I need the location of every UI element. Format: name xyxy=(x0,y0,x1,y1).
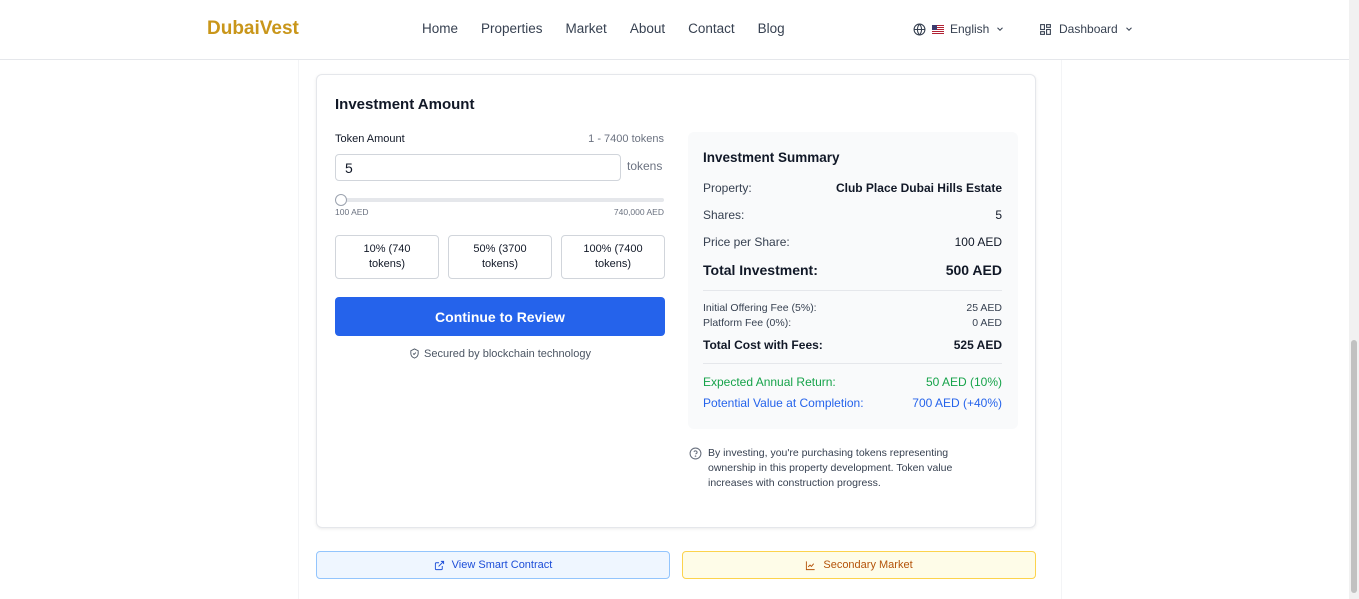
summary-row-annual-return: Expected Annual Return: 50 AED (10%) xyxy=(703,375,1002,389)
dashboard-menu[interactable]: Dashboard xyxy=(1039,22,1134,36)
quick-100-percent-button[interactable]: 100% (7400 tokens) xyxy=(561,235,665,279)
summary-row-platform-fee: Platform Fee (0%): 0 AED xyxy=(703,317,1002,329)
slider-max-label: 740,000 AED xyxy=(613,207,664,217)
token-range-note: 1 - 7400 tokens xyxy=(588,133,664,145)
main-nav: Home Properties Market About Contact Blo… xyxy=(422,21,808,36)
top-header: DubaiVest Home Properties Market About C… xyxy=(0,0,1349,60)
total-cost-label: Total Cost with Fees: xyxy=(703,338,823,352)
token-slider-handle[interactable] xyxy=(335,194,348,206)
property-value: Club Place Dubai Hills Estate xyxy=(835,181,1002,195)
token-slider-track[interactable] xyxy=(335,198,664,202)
summary-row-shares: Shares: 5 xyxy=(703,208,1002,222)
token-amount-input[interactable] xyxy=(335,154,621,181)
investment-card: Investment Amount Token Amount 1 - 7400 … xyxy=(316,74,1036,528)
offering-fee-label: Initial Offering Fee (5%): xyxy=(703,302,817,314)
us-flag-icon xyxy=(932,24,944,34)
annual-return-label: Expected Annual Return: xyxy=(703,375,836,389)
nav-home[interactable]: Home xyxy=(422,21,458,36)
property-label: Property: xyxy=(703,181,752,195)
shares-value: 5 xyxy=(995,208,1002,222)
chart-line-icon xyxy=(806,560,815,570)
chevron-down-icon xyxy=(997,27,1004,31)
chevron-down-icon xyxy=(1125,27,1132,31)
help-circle-icon xyxy=(689,447,702,460)
smart-contract-label: View Smart Contract xyxy=(451,559,553,571)
language-label: English xyxy=(950,22,990,36)
page-scrollbar[interactable] xyxy=(1349,0,1359,599)
logo[interactable]: DubaiVest xyxy=(207,18,299,40)
price-value: 100 AED xyxy=(954,235,1002,249)
total-investment-value: 500 AED xyxy=(945,262,1002,278)
total-cost-value: 525 AED xyxy=(953,338,1002,352)
annual-return-value: 50 AED (10%) xyxy=(925,375,1002,389)
nav-properties[interactable]: Properties xyxy=(481,21,543,36)
nav-about[interactable]: About xyxy=(630,21,665,36)
summary-row-offering-fee: Initial Offering Fee (5%): 25 AED xyxy=(703,302,1002,314)
offering-fee-value: 25 AED xyxy=(966,302,1002,314)
summary-row-total-cost: Total Cost with Fees: 525 AED xyxy=(703,338,1002,352)
continue-to-review-button[interactable]: Continue to Review xyxy=(335,297,665,336)
shares-label: Shares: xyxy=(703,208,745,222)
summary-title: Investment Summary xyxy=(703,150,840,165)
platform-fee-label: Platform Fee (0%): xyxy=(703,317,792,329)
summary-row-potential-value: Potential Value at Completion: 700 AED (… xyxy=(703,396,1002,410)
summary-divider xyxy=(703,363,1002,364)
external-link-icon xyxy=(434,560,444,570)
summary-row-property: Property: Club Place Dubai Hills Estate xyxy=(703,181,1002,195)
nav-blog[interactable]: Blog xyxy=(758,21,785,36)
summary-row-total: Total Investment: 500 AED xyxy=(703,262,1002,278)
price-label: Price per Share: xyxy=(703,235,790,249)
secured-text: Secured by blockchain technology xyxy=(424,348,591,360)
investment-summary: Investment Summary Property: Club Place … xyxy=(688,132,1018,429)
tokens-suffix: tokens xyxy=(627,159,663,173)
summary-divider xyxy=(703,290,1002,291)
shield-check-icon xyxy=(410,348,419,359)
investment-disclaimer: By investing, you're purchasing tokens r… xyxy=(689,446,989,491)
summary-row-price: Price per Share: 100 AED xyxy=(703,235,1002,249)
total-investment-label: Total Investment: xyxy=(703,262,818,278)
view-smart-contract-button[interactable]: View Smart Contract xyxy=(316,551,670,579)
quick-50-percent-button[interactable]: 50% (3700 tokens) xyxy=(448,235,552,279)
potential-value-amount: 700 AED (+40%) xyxy=(912,396,1002,410)
investment-title: Investment Amount xyxy=(335,96,475,113)
nav-market[interactable]: Market xyxy=(566,21,607,36)
scrollbar-thumb[interactable] xyxy=(1351,340,1357,593)
language-selector[interactable]: English xyxy=(913,22,1005,36)
secondary-market-label: Secondary Market xyxy=(823,559,913,571)
potential-value-label: Potential Value at Completion: xyxy=(703,396,864,410)
secondary-market-button[interactable]: Secondary Market xyxy=(682,551,1036,579)
globe-icon xyxy=(913,23,926,35)
disclaimer-text: By investing, you're purchasing tokens r… xyxy=(708,447,953,489)
dashboard-grid-icon xyxy=(1040,23,1051,35)
nav-contact[interactable]: Contact xyxy=(688,21,735,36)
quick-10-percent-button[interactable]: 10% (740 tokens) xyxy=(335,235,439,279)
platform-fee-value: 0 AED xyxy=(972,317,1002,329)
secured-note: Secured by blockchain technology xyxy=(335,348,665,360)
dashboard-label: Dashboard xyxy=(1059,22,1118,36)
